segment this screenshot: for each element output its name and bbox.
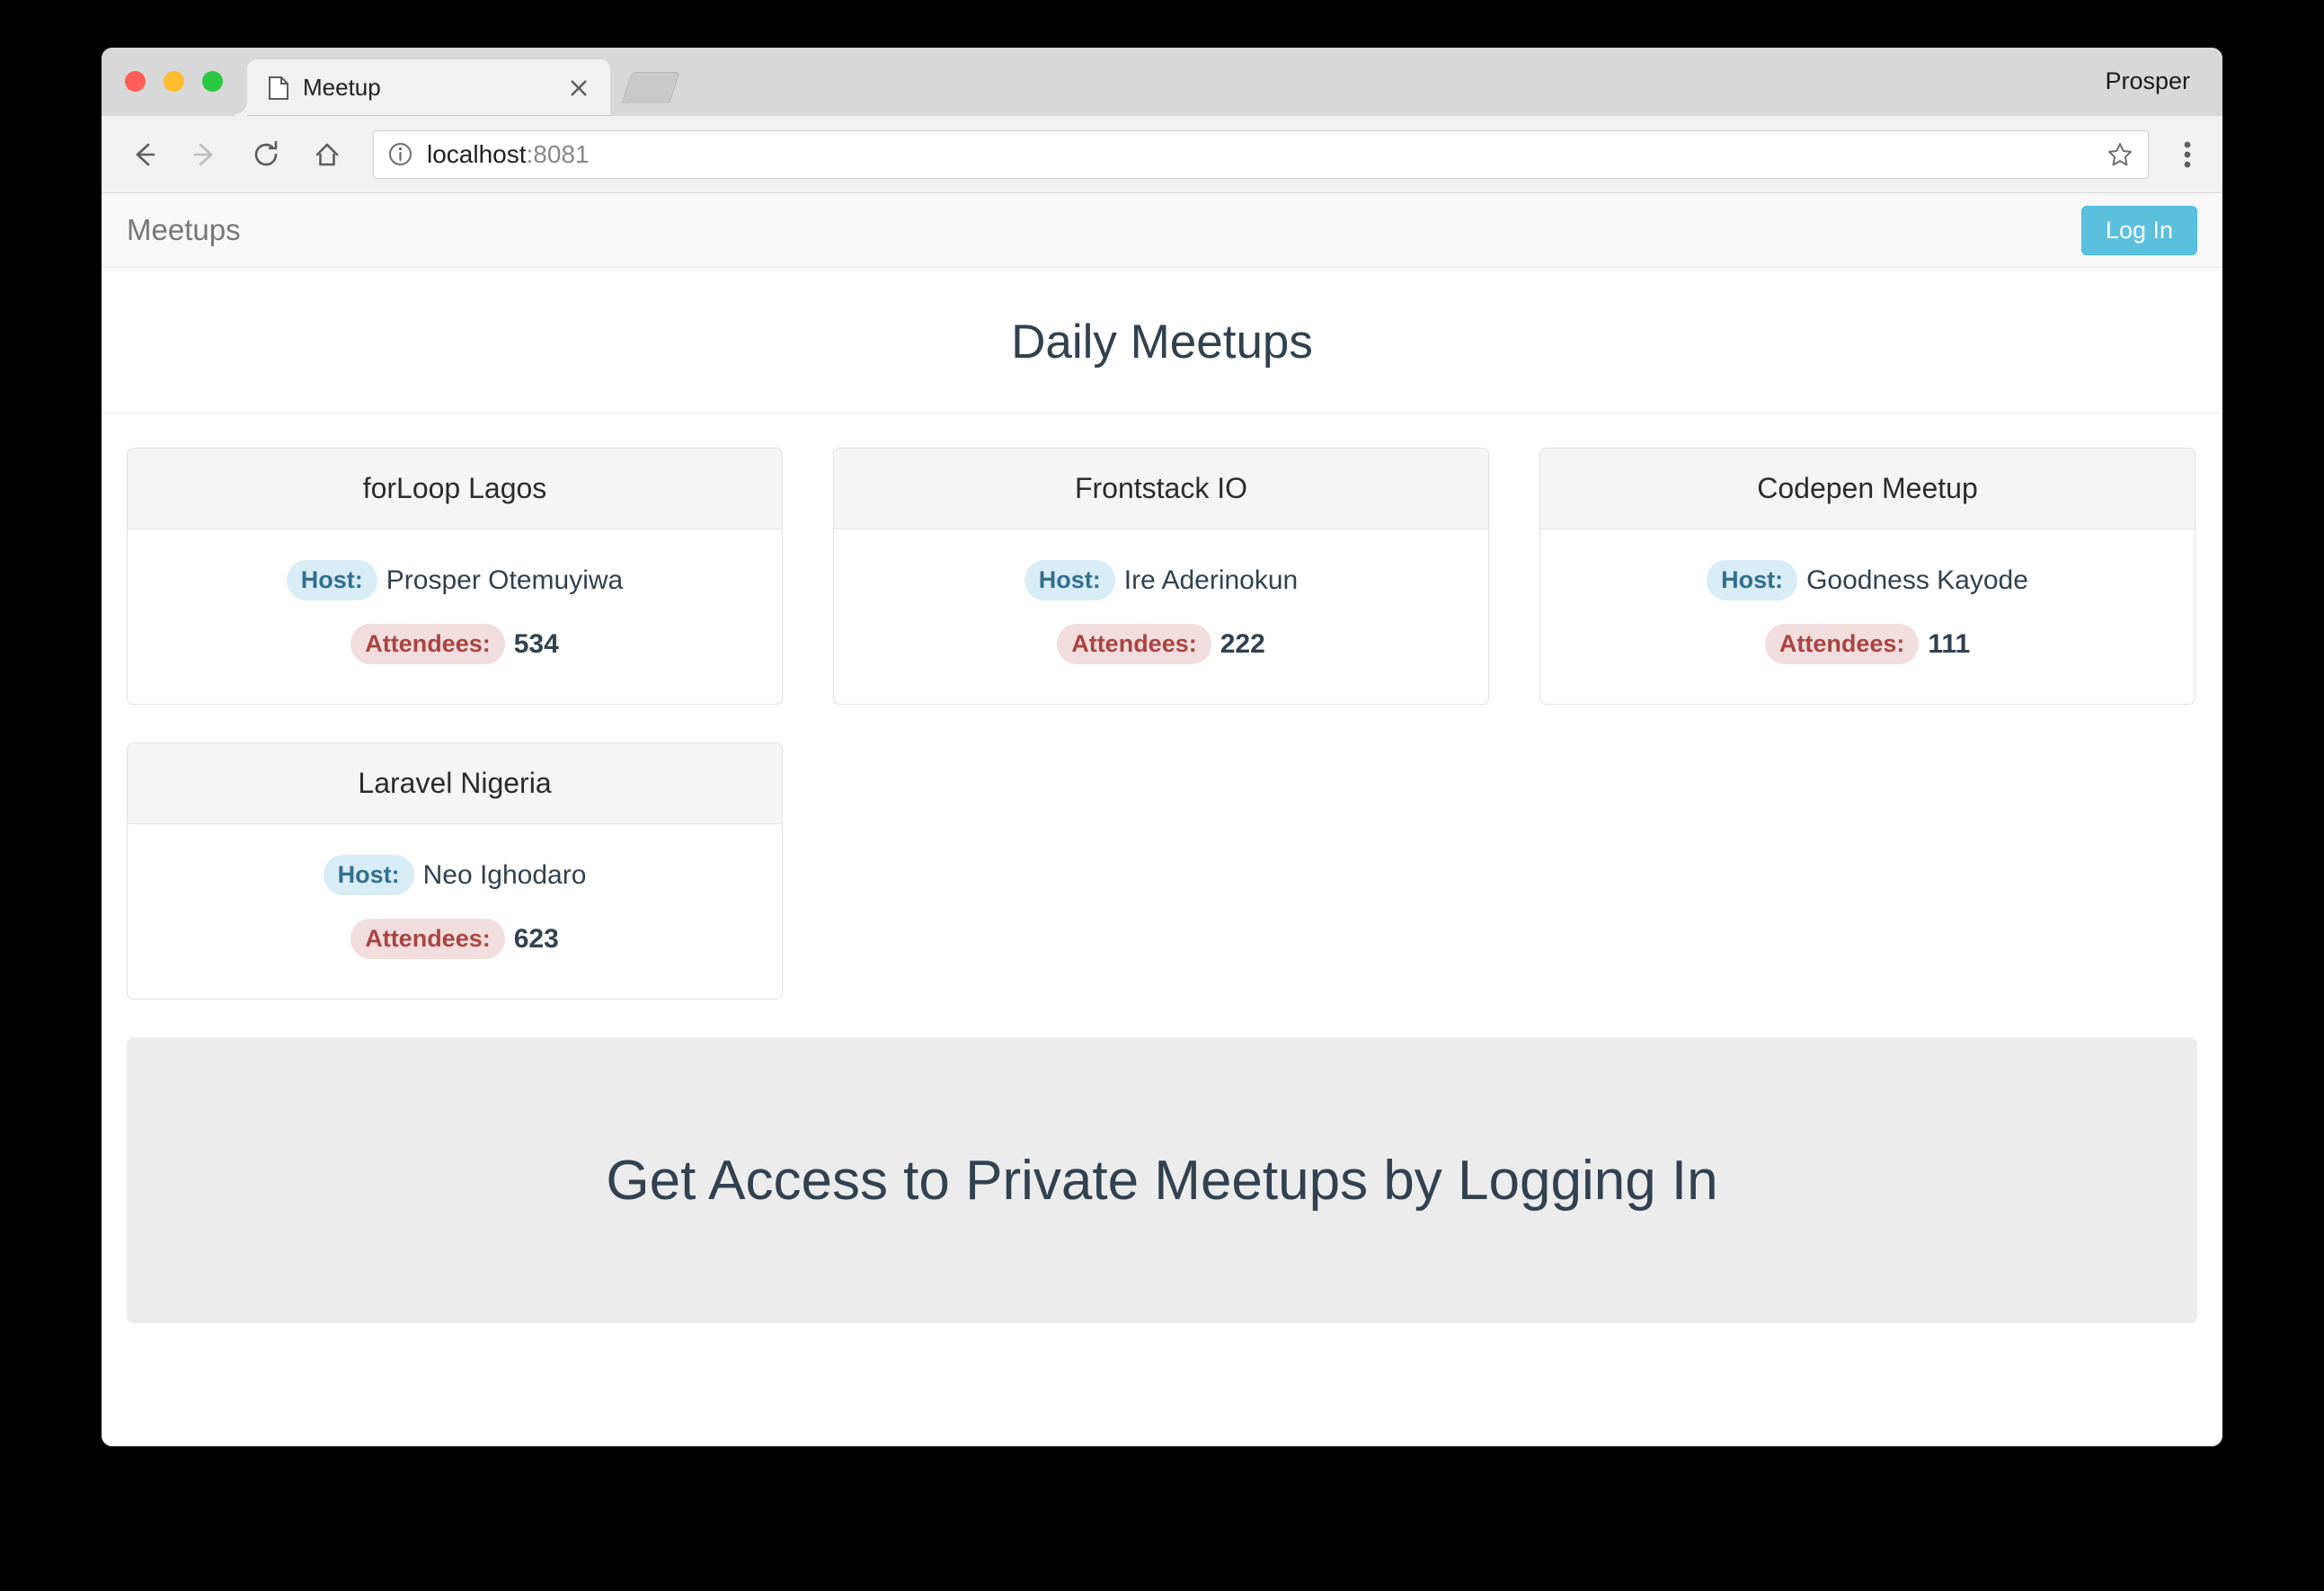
attendees-count: 222 — [1220, 628, 1265, 659]
page-icon — [269, 76, 288, 100]
close-icon[interactable] — [567, 76, 590, 100]
meetup-card[interactable]: forLoop Lagos Host: Prosper Otemuyiwa Att… — [127, 448, 783, 705]
host-badge: Host: — [286, 560, 377, 600]
maximize-window-button[interactable] — [202, 71, 223, 92]
meetup-card-body: Host: Neo Ighodaro Attendees: 623 — [128, 824, 782, 999]
meetup-card[interactable]: Frontstack IO Host: Ire Aderinokun Attend… — [833, 448, 1489, 705]
forward-arrow-icon — [193, 143, 213, 165]
url-text: localhost:8081 — [427, 140, 2107, 169]
page-title: Daily Meetups — [1011, 316, 1313, 369]
screen: Meetup Prosper localhost:8081 Meetups Lo… — [0, 0, 2324, 1591]
attendees-row: Attendees: 111 — [1564, 624, 2171, 664]
attendees-count: 534 — [513, 628, 559, 659]
address-bar[interactable]: localhost:8081 — [373, 129, 2149, 179]
meetup-card-title: Laravel Nigeria — [128, 743, 782, 824]
meetup-card-title: Frontstack IO — [834, 449, 1488, 529]
profile-name[interactable]: Prosper — [2105, 67, 2190, 95]
attendees-count: 111 — [1928, 628, 1971, 659]
close-window-button[interactable] — [125, 71, 146, 92]
meetup-card[interactable]: Laravel Nigeria Host: Neo Ighodaro Attend… — [127, 742, 783, 1000]
host-row: Host: Ire Aderinokun — [857, 560, 1465, 600]
attendees-row: Attendees: 534 — [151, 624, 758, 664]
meetup-card-body: Host: Goodness Kayode Attendees: 111 — [1540, 529, 2195, 704]
login-promo-text: Get Access to Private Meetups by Logging… — [606, 1149, 1718, 1212]
page-content: Daily Meetups forLoop Lagos Host: Prosper… — [102, 268, 2222, 1446]
host-badge: Host: — [323, 855, 414, 895]
meetup-cards-area: forLoop Lagos Host: Prosper Otemuyiwa Att… — [102, 413, 2222, 1000]
host-row: Host: Neo Ighodaro — [151, 855, 758, 895]
host-name: Prosper Otemuyiwa — [386, 564, 624, 595]
attendees-badge: Attendees: — [1764, 624, 1920, 664]
back-arrow-icon[interactable] — [125, 136, 163, 173]
host-badge: Host: — [1024, 560, 1115, 600]
meetup-card[interactable]: Codepen Meetup Host: Goodness Kayode Atte… — [1539, 448, 2195, 705]
tab-strip: Meetup Prosper — [102, 48, 2222, 116]
host-name: Ire Aderinokun — [1123, 564, 1299, 595]
attendees-row: Attendees: 222 — [857, 624, 1465, 664]
meetup-card-row: Laravel Nigeria Host: Neo Ighodaro Attend… — [127, 742, 2197, 1000]
browser-tab[interactable]: Meetup — [235, 59, 610, 116]
meetup-card-body: Host: Prosper Otemuyiwa Attendees: 534 — [128, 529, 782, 704]
new-tab-icon[interactable] — [621, 72, 680, 103]
browser-window: Meetup Prosper localhost:8081 Meetups Lo… — [102, 48, 2222, 1446]
home-icon[interactable] — [308, 136, 346, 173]
minimize-window-button[interactable] — [164, 71, 184, 92]
url-port: :8081 — [526, 139, 590, 168]
star-icon[interactable] — [2107, 141, 2133, 168]
browser-toolbar: localhost:8081 — [102, 116, 2222, 193]
reload-icon[interactable] — [247, 136, 285, 173]
navbar-brand[interactable]: Meetups — [127, 213, 241, 247]
attendees-badge: Attendees: — [350, 919, 505, 959]
meetup-card-row: forLoop Lagos Host: Prosper Otemuyiwa Att… — [127, 448, 2197, 705]
meetup-card-title: forLoop Lagos — [128, 449, 782, 529]
app-navbar: Meetups Log In — [102, 193, 2222, 268]
host-name: Neo Ighodaro — [422, 859, 587, 890]
window-controls — [125, 71, 223, 92]
login-promo-banner: Get Access to Private Meetups by Logging… — [127, 1037, 2197, 1323]
meetup-card-body: Host: Ire Aderinokun Attendees: 222 — [834, 529, 1488, 704]
host-row: Host: Prosper Otemuyiwa — [151, 560, 758, 600]
host-row: Host: Goodness Kayode — [1564, 560, 2171, 600]
three-dots-icon[interactable] — [2172, 136, 2203, 173]
host-badge: Host: — [1707, 560, 1798, 600]
attendees-badge: Attendees: — [350, 624, 505, 664]
url-host: localhost — [427, 139, 527, 168]
info-icon[interactable] — [388, 142, 412, 166]
host-name: Goodness Kayode — [1806, 564, 2028, 595]
attendees-badge: Attendees: — [1057, 624, 1211, 664]
tab-title: Meetup — [303, 74, 381, 101]
attendees-count: 623 — [513, 923, 559, 954]
attendees-row: Attendees: 623 — [151, 919, 758, 959]
login-button[interactable]: Log In — [2080, 206, 2197, 255]
meetup-card-title: Codepen Meetup — [1540, 449, 2195, 529]
